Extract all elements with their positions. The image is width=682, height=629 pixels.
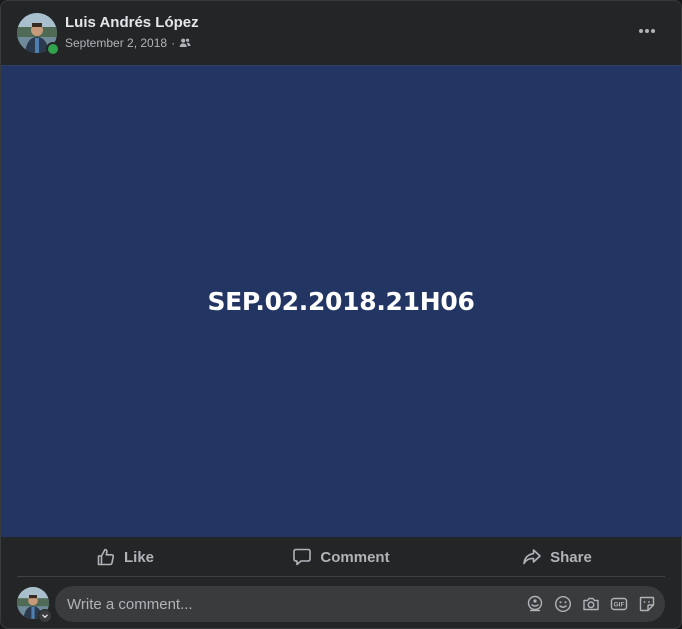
comment-label: Comment <box>320 548 390 566</box>
author-avatar[interactable] <box>17 13 60 56</box>
avatar-sticker-icon[interactable] <box>525 594 545 614</box>
post-content[interactable]: SEP.02.2018.21H06 <box>1 65 681 537</box>
post-text: SEP.02.2018.21H06 <box>207 287 475 316</box>
comment-tools: GIF <box>525 594 657 614</box>
chevron-down-icon[interactable] <box>38 609 52 623</box>
gif-icon[interactable]: GIF <box>609 594 629 614</box>
emoji-icon[interactable] <box>553 594 573 614</box>
share-label: Share <box>550 548 592 566</box>
post-meta: September 2, 2018 · <box>65 35 191 51</box>
thumbs-up-icon <box>97 548 115 566</box>
share-button[interactable]: Share <box>449 538 665 576</box>
more-dots-icon <box>639 29 655 33</box>
post-date[interactable]: September 2, 2018 <box>65 36 167 50</box>
more-options-button[interactable] <box>629 13 665 49</box>
comment-button[interactable]: Comment <box>233 538 449 576</box>
meta-separator: · <box>171 36 176 50</box>
like-label: Like <box>123 548 154 566</box>
like-button[interactable]: Like <box>17 538 233 576</box>
author-name[interactable]: Luis Andrés López <box>65 14 199 31</box>
comment-bubble-icon <box>293 548 312 566</box>
post-actions: Like Comment Share <box>17 538 665 577</box>
comment-composer: Write a comment... GIF <box>17 586 665 623</box>
comment-placeholder: Write a comment... <box>67 596 193 613</box>
friends-icon[interactable] <box>179 37 191 49</box>
online-status-dot <box>46 42 60 56</box>
comment-input[interactable]: Write a comment... GIF <box>55 586 665 622</box>
share-arrow-icon <box>523 549 541 565</box>
commenter-avatar[interactable] <box>17 587 52 623</box>
sticker-icon[interactable] <box>637 594 657 614</box>
camera-icon[interactable] <box>581 594 601 614</box>
svg-text:GIF: GIF <box>614 602 625 609</box>
post-card: Luis Andrés López September 2, 2018 · SE <box>0 0 682 629</box>
post-header: Luis Andrés López September 2, 2018 · <box>1 1 681 65</box>
